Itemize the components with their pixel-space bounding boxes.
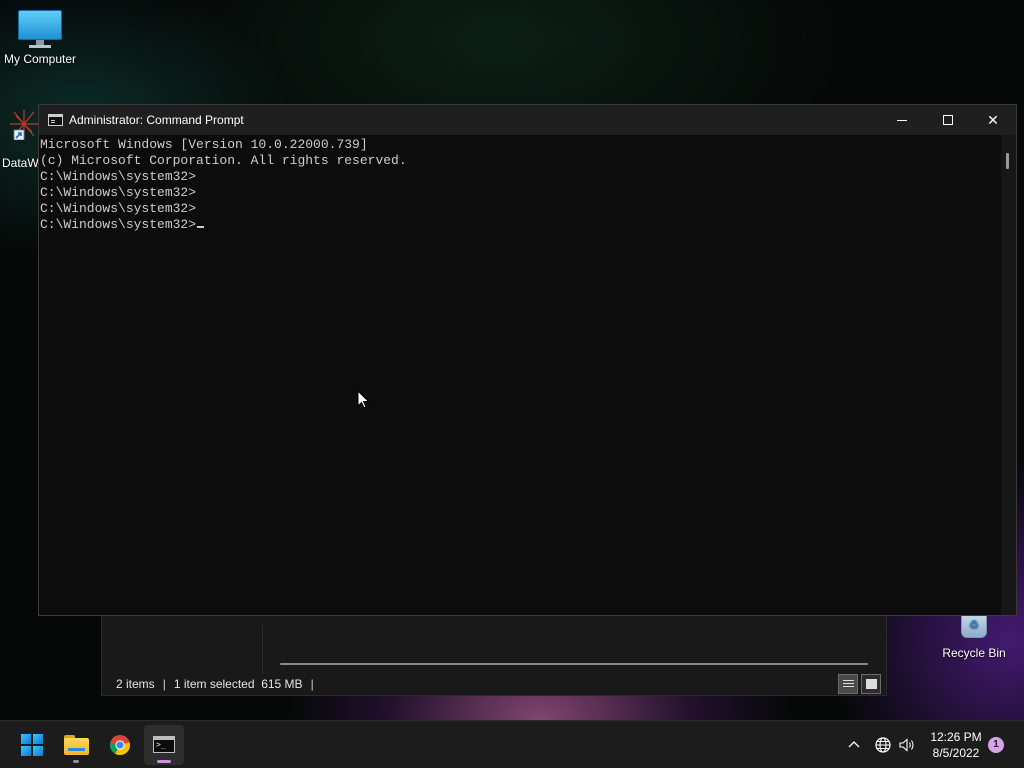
explorer-status-bar: 2 items | 1 item selected 615 MB | — [102, 673, 886, 695]
maximize-icon — [943, 115, 953, 125]
close-icon: ✕ — [987, 112, 999, 128]
vertical-scrollbar[interactable] — [1001, 135, 1016, 615]
desktop-icon-recycle-bin[interactable]: ♻ Recycle Bin — [934, 610, 1014, 660]
clock[interactable]: 12:26 PM 8/5/2022 — [926, 729, 986, 768]
console-prompt-line[interactable]: C:\Windows\system32> — [40, 217, 1001, 233]
command-prompt-window[interactable]: Administrator: Command Prompt ✕ Microsof… — [38, 104, 1017, 616]
folder-icon — [64, 735, 89, 755]
terminal-icon — [153, 736, 175, 753]
windows-logo-icon — [21, 734, 43, 756]
console-prompt: C:\Windows\system32> — [40, 217, 197, 232]
console-line: Microsoft Windows [Version 10.0.22000.73… — [40, 137, 368, 152]
taskbar: 12:26 PM 8/5/2022 1 — [0, 720, 1024, 768]
dataw-app-icon — [8, 108, 40, 140]
desktop-icon-label: My Computer — [3, 52, 77, 66]
chrome-icon — [109, 735, 131, 756]
status-separator: | — [310, 677, 314, 691]
status-selected: 1 item selected — [173, 677, 255, 691]
taskbar-file-explorer[interactable] — [56, 725, 96, 765]
status-separator: | — [162, 677, 166, 691]
details-view-button[interactable] — [838, 674, 858, 694]
console-line: C:\Windows\system32> — [40, 201, 197, 216]
command-prompt-icon — [48, 114, 63, 126]
console-output[interactable]: Microsoft Windows [Version 10.0.22000.73… — [39, 135, 1001, 615]
chevron-up-icon[interactable] — [844, 735, 864, 755]
monitor-icon — [18, 10, 62, 48]
desktop-icon-dataw[interactable] — [0, 108, 40, 140]
title-bar[interactable]: Administrator: Command Prompt ✕ — [39, 105, 1016, 135]
window-title: Administrator: Command Prompt — [69, 113, 244, 127]
maximize-button[interactable] — [925, 105, 971, 135]
scrollbar-thumb[interactable] — [1006, 153, 1009, 169]
text-cursor — [197, 226, 205, 228]
minimize-icon — [897, 120, 907, 121]
start-button[interactable] — [12, 725, 52, 765]
status-items-count: 2 items — [116, 677, 155, 691]
mouse-pointer-icon — [357, 390, 370, 409]
minimize-button[interactable] — [879, 105, 925, 135]
clock-date: 8/5/2022 — [932, 746, 980, 760]
pane-divider[interactable] — [262, 625, 263, 673]
desktop-icon-my-computer[interactable]: My Computer — [0, 10, 80, 66]
taskbar-chrome[interactable] — [100, 725, 140, 765]
horizontal-scrollbar[interactable] — [280, 663, 868, 665]
running-indicator — [73, 760, 79, 763]
close-button[interactable]: ✕ — [970, 105, 1016, 135]
console-line: C:\Windows\system32> — [40, 185, 197, 200]
desktop-icon-label: DataW — [2, 156, 38, 170]
details-view-icon — [843, 680, 854, 689]
notification-badge[interactable]: 1 — [988, 737, 1004, 753]
desktop-icon-label: Recycle Bin — [942, 646, 1006, 660]
status-size: 615 MB — [261, 677, 303, 691]
console-line: (c) Microsoft Corporation. All rights re… — [40, 153, 407, 168]
active-indicator — [157, 760, 171, 763]
globe-icon[interactable] — [873, 735, 893, 755]
large-icons-view-button[interactable] — [861, 674, 881, 694]
console-line: C:\Windows\system32> — [40, 169, 197, 184]
clock-time: 12:26 PM — [930, 730, 982, 744]
large-icons-view-icon — [866, 679, 877, 689]
taskbar-command-prompt[interactable] — [144, 725, 184, 765]
speaker-icon[interactable] — [897, 735, 917, 755]
